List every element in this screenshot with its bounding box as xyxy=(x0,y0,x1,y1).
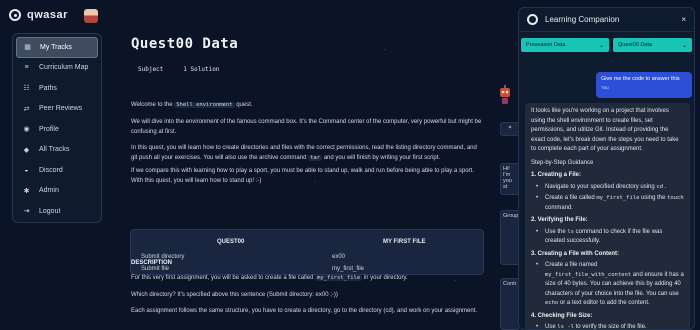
table-header-file: MY FIRST FILE xyxy=(383,239,426,245)
sidebar-item-all-tracks[interactable]: ◆ All Tracks xyxy=(16,140,98,161)
user-message-bubble: Give me the code to answer this You xyxy=(596,72,692,98)
peek-card-sparkle[interactable]: ✦ xyxy=(500,122,520,136)
logout-icon: ⇥ xyxy=(23,208,30,216)
guidance-bullet: Use the ls command to check if the file … xyxy=(531,228,684,247)
sidebar-item-label: Curriculum Map xyxy=(39,64,89,72)
brand-logo[interactable]: qwasar xyxy=(9,9,68,21)
peek-card-group: Group xyxy=(500,210,520,265)
sidebar-item-discord[interactable]: ◒ Discord xyxy=(16,160,98,181)
guidance-bullet: Create a file named my_first_file_with_c… xyxy=(531,261,684,309)
quest-info-table: QUEST00 MY FIRST FILE Submit directory e… xyxy=(130,229,484,275)
table-row-value: ex00 xyxy=(332,254,346,260)
table-row-value: my_first_file xyxy=(332,266,365,272)
chevron-down-icon: ⌄ xyxy=(681,42,687,49)
user-message-text: Give me the code to answer this xyxy=(601,76,680,82)
assistant-intro: It looks like you're working on a projec… xyxy=(531,108,679,152)
discord-icon: ◒ xyxy=(24,166,29,174)
chevron-down-icon: ⌄ xyxy=(598,42,604,49)
sidebar-item-peer-reviews[interactable]: ⇄ Peer Reviews xyxy=(16,99,98,120)
sidebar-item-admin[interactable]: ✱ Admin xyxy=(16,181,98,202)
companion-header: Learning Companion × xyxy=(519,8,694,32)
guidance-step-title: 4. Checking File Size: xyxy=(531,312,593,319)
peek-card-contrib: Contr xyxy=(500,278,520,330)
tab-solution[interactable]: 1 Solution xyxy=(183,66,219,73)
description-heading: DESCRIPTION xyxy=(131,260,173,266)
companion-title: Learning Companion xyxy=(545,15,620,24)
brand-name: qwasar xyxy=(27,9,68,21)
map-icon: ≡ xyxy=(24,64,29,72)
sidebar-item-label: Peer Reviews xyxy=(39,105,83,113)
sidebar-nav: ▦ My Tracks ≡ Curriculum Map ☷ Paths ⇄ Peer Rev… xyxy=(12,33,102,223)
grid-icon: ▦ xyxy=(24,44,31,52)
guidance-bullet: Navigate to your specified directory usi… xyxy=(531,183,684,193)
intro-paragraph: We will dive into the environment of the… xyxy=(131,119,482,135)
peek-card-greeting: Hi! I'm you st xyxy=(500,163,520,195)
sidebar-item-my-tracks[interactable]: ▦ My Tracks xyxy=(16,37,98,58)
table-header-quest: QUEST00 xyxy=(217,239,245,245)
guidance-bullet: Use ls -l to verify the size of the file… xyxy=(531,323,684,329)
sidebar-item-curriculum-map[interactable]: ≡ Curriculum Map xyxy=(16,58,98,79)
description-text-3: Each assignment follows the same structu… xyxy=(131,308,478,314)
guidance-heading: Step-by-Step Guidance xyxy=(531,159,594,166)
track-select-value: Preseason Data xyxy=(526,42,566,48)
user-avatar[interactable] xyxy=(84,9,98,23)
admin-icon: ✱ xyxy=(23,187,30,195)
sidebar-item-label: All Tracks xyxy=(39,146,70,154)
tracks-icon: ◆ xyxy=(23,146,30,154)
learning-companion-panel: Learning Companion × Preseason Data ⌄ Qu… xyxy=(518,7,695,330)
description-text-2: Which directory? It's specified above th… xyxy=(131,292,338,298)
quest-paragraph: In this quest, you will learn how to cre… xyxy=(131,145,477,161)
guidance-step-title: 1. Creating a File: xyxy=(531,172,582,178)
sidebar-item-label: Profile xyxy=(39,125,59,133)
profile-icon: ◉ xyxy=(23,126,30,134)
track-select[interactable]: Preseason Data ⌄ xyxy=(521,38,609,52)
tab-subject[interactable]: Subject xyxy=(138,66,163,73)
guidance-bullet: Create a file called my_first_file using… xyxy=(531,194,684,213)
guidance-step-title: 3. Creating a File with Content: xyxy=(531,250,620,257)
sidebar-item-label: Discord xyxy=(39,166,63,174)
users-icon: ⇄ xyxy=(23,105,30,113)
quest-select[interactable]: Quest00 Data ⌄ xyxy=(613,38,692,52)
close-icon[interactable]: × xyxy=(681,15,686,24)
robot-mascot-icon xyxy=(500,85,510,104)
content-tabs: Subject 1 Solution xyxy=(138,66,491,73)
description-text-1: For this very first assignment, you will… xyxy=(131,275,408,281)
sidebar-item-profile[interactable]: ◉ Profile xyxy=(16,119,98,140)
sidebar-item-label: My Tracks xyxy=(40,43,72,51)
quest-select-value: Quest00 Data xyxy=(618,42,652,48)
page-title: Quest00 Data xyxy=(131,36,239,52)
assistant-message-bubble: It looks like you're working on a projec… xyxy=(525,103,690,329)
sport-paragraph: If we compare this with learning how to … xyxy=(131,168,474,184)
guidance-step-title: 2. Verifying the File: xyxy=(531,217,588,223)
sidebar-item-paths[interactable]: ☷ Paths xyxy=(16,78,98,99)
sidebar-item-label: Paths xyxy=(39,84,57,92)
sidebar-item-logout[interactable]: ⇥ Logout xyxy=(16,201,98,222)
main-content: Quest00 Data Subject 1 Solution xyxy=(131,36,491,73)
sidebar-item-label: Logout xyxy=(39,207,61,215)
sidebar-item-label: Admin xyxy=(39,187,59,195)
qwasar-logo-icon xyxy=(9,9,21,21)
user-message-tag: You xyxy=(601,85,609,90)
paths-icon: ☷ xyxy=(23,85,30,93)
companion-logo-icon xyxy=(527,14,538,25)
welcome-text: Welcome to the Shell environment quest. xyxy=(131,102,253,108)
